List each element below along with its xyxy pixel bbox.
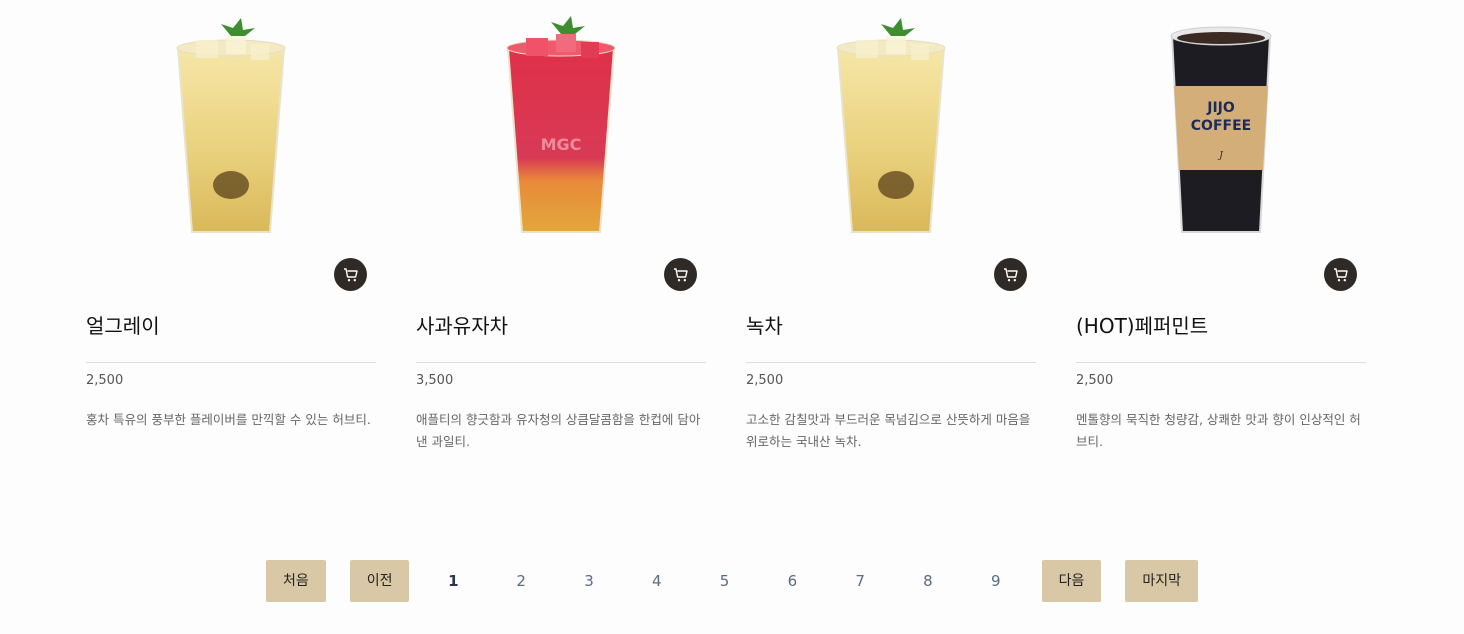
divider	[86, 362, 376, 363]
product-card[interactable]: MGC 사과유자차 3,500 애플티의 향긋함과 유자청의 상큼달콤함을 한컵…	[416, 0, 706, 453]
cart-icon	[1003, 267, 1018, 281]
iced-tea-cup-icon	[836, 18, 946, 233]
product-image[interactable]: JIJO COFFEE J	[1076, 0, 1366, 291]
product-name[interactable]: (HOT)페퍼민트	[1076, 314, 1366, 338]
prev-page-button[interactable]: 이전	[349, 560, 410, 602]
product-list: 얼그레이 2,500 홍차 특유의 풍부한 플레이버를 만끽할 수 있는 허브티…	[86, 0, 1366, 453]
product-price: 2,500	[746, 373, 784, 388]
divider	[416, 362, 706, 363]
pagination: 처음 이전 1 2 3 4 5 6 7 8 9 다음 마지막	[0, 560, 1464, 602]
product-price: 2,500	[1076, 373, 1114, 388]
divider	[746, 362, 1036, 363]
first-page-button[interactable]: 처음	[265, 560, 326, 602]
next-page-button[interactable]: 다음	[1041, 560, 1102, 602]
product-card[interactable]: JIJO COFFEE J (HOT)페퍼민트 2,500 멘톨향의 묵직한 청…	[1076, 0, 1366, 453]
product-description: 애플티의 향긋함과 유자청의 상큼달콤함을 한컵에 담아낸 과일티.	[416, 412, 701, 449]
page-number-1[interactable]: 1	[419, 572, 487, 590]
iced-tea-cup-icon: MGC	[506, 16, 616, 233]
product-description: 멘톨향의 묵직한 청량감, 상쾌한 맛과 향이 인상적인 허브티.	[1076, 412, 1361, 449]
page-number-3[interactable]: 3	[555, 572, 623, 590]
cart-icon	[343, 267, 358, 281]
add-to-cart-button[interactable]	[334, 258, 367, 291]
svg-text:MGC: MGC	[541, 135, 582, 154]
product-image[interactable]: MGC	[416, 0, 706, 291]
product-price: 3,500	[416, 373, 454, 388]
product-name[interactable]: 사과유자차	[416, 314, 706, 338]
product-name[interactable]: 녹차	[746, 314, 1036, 338]
last-page-button[interactable]: 마지막	[1125, 560, 1199, 602]
coffee-cup-icon: JIJO COFFEE J	[1170, 26, 1272, 233]
product-card[interactable]: 녹차 2,500 고소한 감칠맛과 부드러운 목넘김으로 산뜻하게 마음을 위로…	[746, 0, 1036, 453]
page-number-6[interactable]: 6	[758, 572, 826, 590]
product-description: 고소한 감칠맛과 부드러운 목넘김으로 산뜻하게 마음을 위로하는 국내산 녹차…	[746, 412, 1031, 449]
product-name[interactable]: 얼그레이	[86, 314, 376, 338]
page-number-7[interactable]: 7	[826, 572, 894, 590]
svg-text:COFFEE: COFFEE	[1191, 118, 1251, 134]
cart-icon	[1333, 267, 1348, 281]
page-number-2[interactable]: 2	[487, 572, 555, 590]
page-number-5[interactable]: 5	[691, 572, 759, 590]
product-description: 홍차 특유의 풍부한 플레이버를 만끽할 수 있는 허브티.	[86, 412, 371, 427]
page-number-8[interactable]: 8	[894, 572, 962, 590]
cart-icon	[673, 267, 688, 281]
add-to-cart-button[interactable]	[994, 258, 1027, 291]
product-image[interactable]	[746, 0, 1036, 291]
page-number-9[interactable]: 9	[962, 572, 1030, 590]
add-to-cart-button[interactable]	[664, 258, 697, 291]
iced-tea-cup-icon	[176, 18, 286, 233]
product-card[interactable]: 얼그레이 2,500 홍차 특유의 풍부한 플레이버를 만끽할 수 있는 허브티…	[86, 0, 376, 453]
add-to-cart-button[interactable]	[1324, 258, 1357, 291]
product-price: 2,500	[86, 373, 124, 388]
svg-text:JIJO: JIJO	[1206, 100, 1235, 116]
page-number-4[interactable]: 4	[623, 572, 691, 590]
divider	[1076, 362, 1366, 363]
product-image[interactable]	[86, 0, 376, 291]
